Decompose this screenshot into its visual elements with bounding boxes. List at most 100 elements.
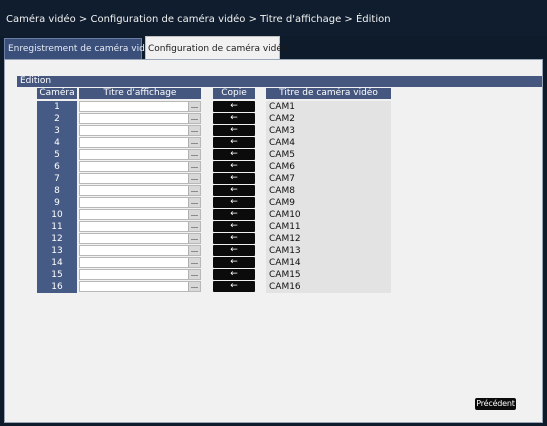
camera-number: 16 xyxy=(37,281,77,293)
keyboard-icon[interactable] xyxy=(188,150,200,159)
camera-number: 5 xyxy=(37,149,77,161)
display-title-input[interactable] xyxy=(79,233,201,244)
keyboard-icon[interactable] xyxy=(188,198,200,207)
keyboard-icon[interactable] xyxy=(188,186,200,195)
copy-button[interactable]: ← xyxy=(213,149,255,160)
copy-button[interactable]: ← xyxy=(213,101,255,112)
camera-number: 3 xyxy=(37,125,77,137)
table-row: 10 ← CAM10 xyxy=(0,209,547,221)
display-title-input[interactable] xyxy=(79,137,201,148)
camera-title-value: CAM7 xyxy=(266,173,391,185)
display-title-input[interactable] xyxy=(79,281,201,292)
table-row: 3 ← CAM3 xyxy=(0,125,547,137)
camera-number: 10 xyxy=(37,209,77,221)
copy-button[interactable]: ← xyxy=(213,161,255,172)
keyboard-icon[interactable] xyxy=(188,162,200,171)
table-row: 12 ← CAM12 xyxy=(0,233,547,245)
keyboard-icon[interactable] xyxy=(188,114,200,123)
table-row: 5 ← CAM5 xyxy=(0,149,547,161)
copy-button[interactable]: ← xyxy=(213,269,255,280)
camera-number: 1 xyxy=(37,101,77,113)
camera-title-value: CAM1 xyxy=(266,101,391,113)
camera-number: 2 xyxy=(37,113,77,125)
keyboard-icon[interactable] xyxy=(188,234,200,243)
copy-button[interactable]: ← xyxy=(213,221,255,232)
display-title-input[interactable] xyxy=(79,269,201,280)
table-row: 14 ← CAM14 xyxy=(0,257,547,269)
keyboard-icon[interactable] xyxy=(188,282,200,291)
keyboard-icon[interactable] xyxy=(188,270,200,279)
camera-number: 12 xyxy=(37,233,77,245)
copy-button[interactable]: ← xyxy=(213,245,255,256)
copy-button[interactable]: ← xyxy=(213,209,255,220)
table-row: 4 ← CAM4 xyxy=(0,137,547,149)
copy-button[interactable]: ← xyxy=(213,113,255,124)
copy-button[interactable]: ← xyxy=(213,173,255,184)
display-title-input[interactable] xyxy=(79,185,201,196)
camera-number: 13 xyxy=(37,245,77,257)
camera-title-value: CAM4 xyxy=(266,137,391,149)
copy-button[interactable]: ← xyxy=(213,137,255,148)
table-row: 11 ← CAM11 xyxy=(0,221,547,233)
camera-title-value: CAM5 xyxy=(266,149,391,161)
display-title-input[interactable] xyxy=(79,161,201,172)
camera-number: 11 xyxy=(37,221,77,233)
camera-number: 6 xyxy=(37,161,77,173)
header-copy: Copie xyxy=(213,88,255,99)
keyboard-icon[interactable] xyxy=(188,210,200,219)
tab-configuration-camera[interactable]: Configuration de caméra vidéo xyxy=(145,36,287,60)
display-title-input[interactable] xyxy=(79,101,201,112)
copy-button[interactable]: ← xyxy=(213,197,255,208)
tab-enregistrement-camera[interactable]: Enregistrement de caméra vidéo xyxy=(4,38,156,60)
previous-button[interactable]: Précédent xyxy=(475,398,516,410)
camera-number: 4 xyxy=(37,137,77,149)
display-title-input[interactable] xyxy=(79,245,201,256)
keyboard-icon[interactable] xyxy=(188,246,200,255)
table-row: 13 ← CAM13 xyxy=(0,245,547,257)
camera-number: 15 xyxy=(37,269,77,281)
camera-title-value: CAM15 xyxy=(266,269,391,281)
display-title-input[interactable] xyxy=(79,221,201,232)
camera-title-value: CAM8 xyxy=(266,185,391,197)
keyboard-icon[interactable] xyxy=(188,222,200,231)
table-row: 7 ← CAM7 xyxy=(0,173,547,185)
copy-button[interactable]: ← xyxy=(213,185,255,196)
header-camera: Caméra xyxy=(37,88,77,99)
copy-button[interactable]: ← xyxy=(213,125,255,136)
keyboard-icon[interactable] xyxy=(188,258,200,267)
camera-number: 7 xyxy=(37,173,77,185)
header-camera-title: Titre de caméra vidéo xyxy=(266,88,391,99)
keyboard-icon[interactable] xyxy=(188,102,200,111)
copy-button[interactable]: ← xyxy=(213,257,255,268)
copy-button[interactable]: ← xyxy=(213,233,255,244)
camera-title-value: CAM6 xyxy=(266,161,391,173)
camera-number: 8 xyxy=(37,185,77,197)
display-title-input[interactable] xyxy=(79,125,201,136)
camera-title-value: CAM9 xyxy=(266,197,391,209)
camera-title-value: CAM2 xyxy=(266,113,391,125)
keyboard-icon[interactable] xyxy=(188,126,200,135)
camera-title-value: CAM16 xyxy=(266,281,391,293)
camera-title-value: CAM14 xyxy=(266,257,391,269)
breadcrumb: Caméra vidéo > Configuration de caméra v… xyxy=(0,0,547,36)
camera-title-value: CAM3 xyxy=(266,125,391,137)
camera-title-value: CAM13 xyxy=(266,245,391,257)
display-title-input[interactable] xyxy=(79,113,201,124)
table-row: 15 ← CAM15 xyxy=(0,269,547,281)
display-title-input[interactable] xyxy=(79,257,201,268)
keyboard-icon[interactable] xyxy=(188,174,200,183)
display-title-input[interactable] xyxy=(79,149,201,160)
table-row: 8 ← CAM8 xyxy=(0,185,547,197)
table-row: 2 ← CAM2 xyxy=(0,113,547,125)
section-title: Édition xyxy=(17,76,542,87)
display-title-input[interactable] xyxy=(79,173,201,184)
camera-number: 9 xyxy=(37,197,77,209)
table-row: 1 ← CAM1 xyxy=(0,101,547,113)
display-title-input[interactable] xyxy=(79,197,201,208)
display-title-input[interactable] xyxy=(79,209,201,220)
keyboard-icon[interactable] xyxy=(188,138,200,147)
camera-title-value: CAM10 xyxy=(266,209,391,221)
table-row: 9 ← CAM9 xyxy=(0,197,547,209)
header-display-title: Titre d'affichage xyxy=(79,88,201,99)
copy-button[interactable]: ← xyxy=(213,281,255,292)
